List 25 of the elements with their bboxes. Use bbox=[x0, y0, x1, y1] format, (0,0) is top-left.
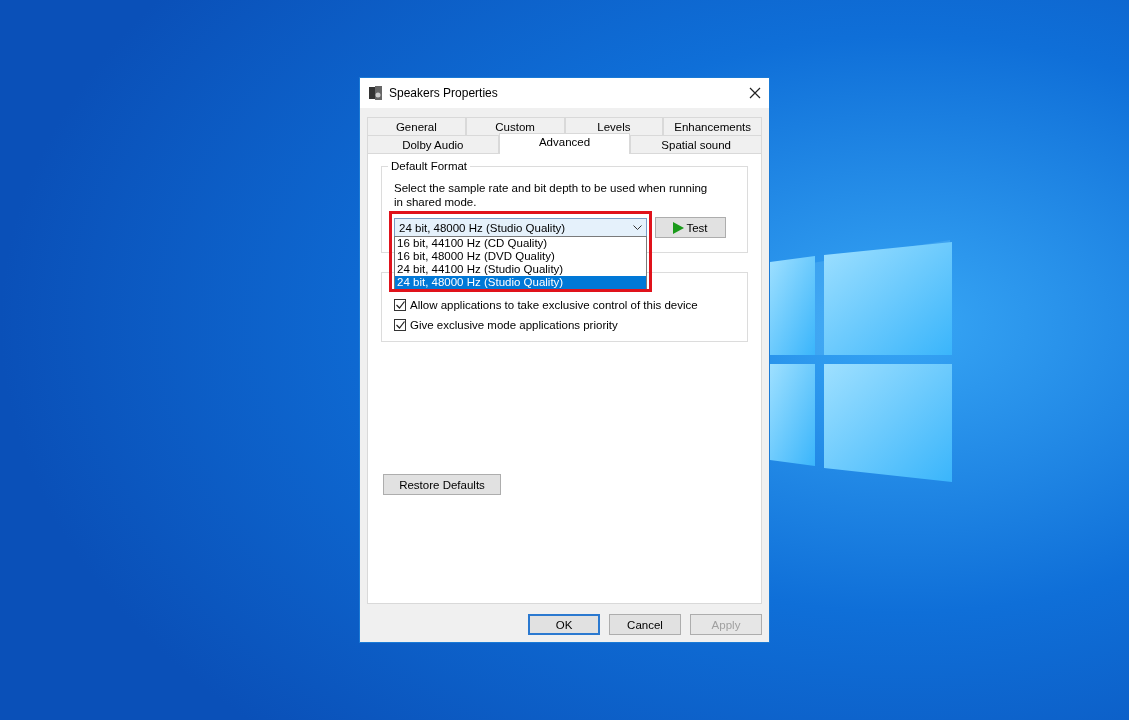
description-text: Select the sample rate and bit depth to be used when running in shared mode. bbox=[394, 181, 709, 209]
check-icon bbox=[395, 301, 405, 309]
group-title: Default Format bbox=[388, 160, 471, 172]
dropdown-option[interactable]: 24 bit, 48000 Hz (Studio Quality) bbox=[395, 276, 646, 289]
close-icon[interactable] bbox=[749, 87, 761, 99]
tab[interactable]: General bbox=[367, 117, 466, 135]
check-icon bbox=[395, 321, 405, 329]
test-button[interactable]: Test bbox=[655, 217, 726, 238]
restore-defaults-button[interactable]: Restore Defaults bbox=[383, 474, 501, 495]
tab[interactable]: Advanced bbox=[498, 133, 631, 154]
speaker-icon bbox=[369, 86, 382, 100]
checkbox[interactable] bbox=[394, 299, 406, 311]
checkbox-option[interactable]: Allow applications to take exclusive control of this device bbox=[394, 299, 735, 311]
checkbox-option[interactable]: Give exclusive mode applications priority bbox=[394, 319, 735, 331]
dialog-button[interactable]: OK bbox=[528, 614, 600, 635]
dialog-button[interactable]: Cancel bbox=[609, 614, 681, 635]
checkbox[interactable] bbox=[394, 319, 406, 331]
tab[interactable]: Levels bbox=[564, 117, 664, 135]
tab[interactable]: Spatial sound bbox=[630, 135, 762, 153]
chevron-down-icon bbox=[633, 225, 642, 230]
tab[interactable]: Custom bbox=[465, 117, 565, 135]
tab[interactable]: Enhancements bbox=[663, 117, 762, 135]
window-title: Speakers Properties bbox=[389, 86, 499, 100]
play-icon bbox=[673, 221, 685, 234]
tab[interactable]: Dolby Audio bbox=[367, 135, 499, 153]
